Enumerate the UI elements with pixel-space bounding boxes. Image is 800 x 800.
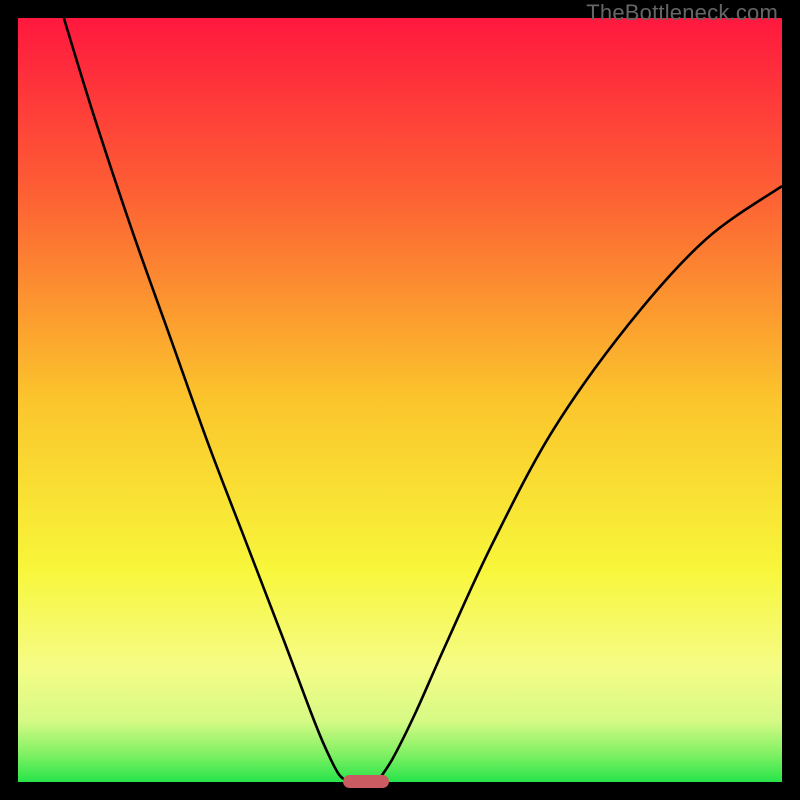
curve-left: [64, 18, 351, 782]
curve-right: [377, 186, 782, 782]
plot-frame: [18, 18, 782, 782]
optimal-marker: [343, 775, 389, 788]
watermark-text: TheBottleneck.com: [586, 0, 778, 26]
bottleneck-curves: [18, 18, 782, 782]
